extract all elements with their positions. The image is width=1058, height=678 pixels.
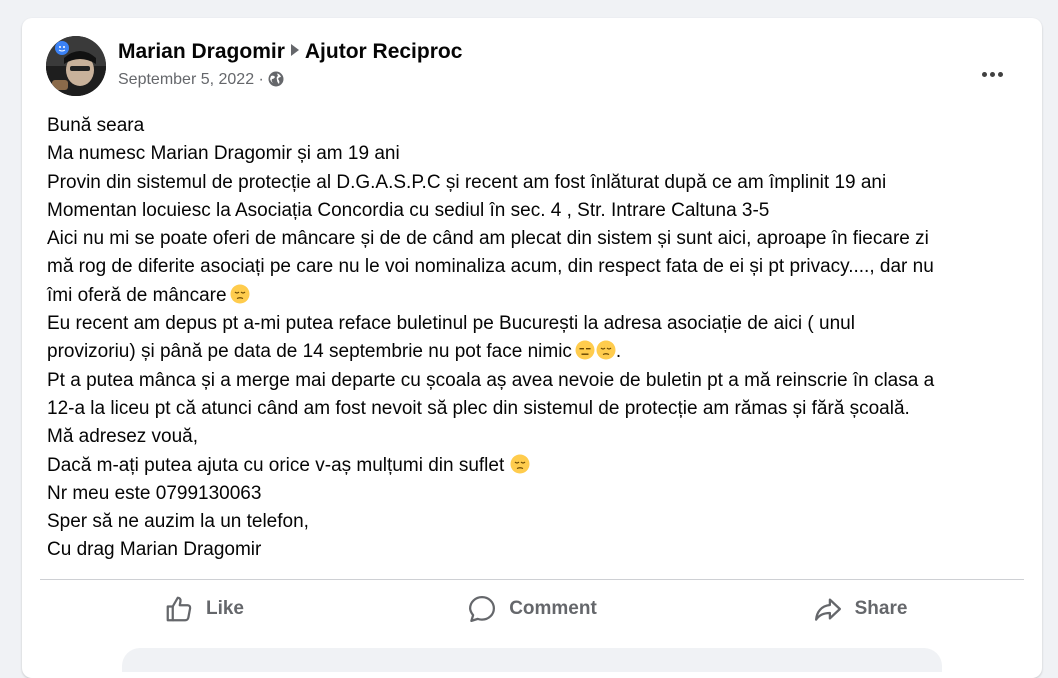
pensive-face-emoji-icon: [510, 454, 530, 474]
avatar[interactable]: [46, 36, 106, 96]
post-subtitle: September 5, 2022 ·: [118, 69, 462, 91]
avatar-image: [46, 36, 106, 96]
post-line-suffix: .: [615, 341, 622, 363]
like-button[interactable]: Like: [40, 586, 368, 632]
post-line: Ma numesc Marian Dragomir și am 19 ani: [47, 143, 400, 165]
post-line: Eu recent am depus pt a-mi putea reface …: [47, 313, 855, 335]
post-line-text: îmi oferă de mâncare: [47, 284, 227, 306]
globe-icon: [268, 71, 284, 87]
post-line: Sper să ne auzim la un telefon,: [47, 511, 309, 533]
post-line: Provin din sistemul de protecție al D.G.…: [47, 171, 887, 193]
author-name[interactable]: Marian Dragomir: [118, 40, 285, 63]
post-line-text: provizoriu) și până pe data de 14 septem…: [47, 341, 572, 363]
like-label: Like: [205, 598, 245, 619]
post-line: Pt a putea mânca și a merge mai departe …: [47, 369, 935, 391]
more-dot: [997, 72, 1003, 77]
action-divider: [40, 579, 1024, 580]
post-line: mă rog de diferite asociați pe care nu l…: [47, 256, 934, 278]
post-line: Mă adresez vouă,: [47, 426, 199, 448]
group-name[interactable]: Ajutor Reciproc: [305, 40, 463, 63]
post-line: 12-a la liceu pt că atunci când am fost …: [47, 397, 910, 419]
share-button[interactable]: Share: [696, 586, 1024, 632]
share-arrow-icon: [814, 598, 841, 621]
post-line-text: Dacă m-ați putea ajuta cu orice v-aș mul…: [47, 454, 505, 476]
post-line: Cu drag Marian Dragomir: [47, 539, 262, 561]
share-label: Share: [854, 598, 908, 619]
post-actions: Like Comment Share: [40, 586, 1024, 632]
separator-dot: ·: [258, 71, 264, 88]
pensive-face-emoji-icon: [230, 284, 250, 304]
comment-button[interactable]: Comment: [368, 586, 696, 632]
post-line: Aici nu mi se poate oferi de mâncare și …: [47, 228, 929, 250]
post-body: Bună seara Ma numesc Marian Dragomir și …: [47, 112, 1037, 565]
pensive-face-emoji-icon: [596, 340, 616, 360]
more-horizontal-icon: [981, 72, 987, 77]
post-meta: Marian Dragomir Ajutor Reciproc September…: [118, 38, 462, 91]
post-line-with-emoji: Dacă m-ați putea ajuta cu orice v-aș mul…: [47, 452, 1037, 480]
comment-bubble-icon: [469, 596, 496, 622]
post-title: Marian Dragomir Ajutor Reciproc: [118, 38, 462, 66]
thumbs-up-icon: [166, 596, 192, 622]
post-line-with-emoji: provizoriu) și până pe data de 14 septem…: [47, 338, 1037, 366]
post-line-with-emoji: îmi oferă de mâncare: [47, 282, 1037, 310]
more-dot: [989, 72, 995, 77]
comment-area-edge: [122, 648, 942, 672]
comment-label: Comment: [509, 598, 597, 619]
post-line: Bună seara: [47, 115, 145, 136]
post-line: Momentan locuiesc la Asociația Concordia…: [47, 199, 770, 221]
post-date[interactable]: September 5, 2022: [118, 71, 254, 88]
expressionless-face-emoji-icon: [575, 340, 595, 360]
post-line: Nr meu este 0799130063: [47, 482, 262, 504]
more-options-button[interactable]: [980, 64, 1016, 84]
triangle-right-icon: [290, 44, 299, 57]
post-header: Marian Dragomir Ajutor Reciproc September…: [46, 36, 1026, 96]
post-card: Marian Dragomir Ajutor Reciproc September…: [22, 18, 1042, 678]
